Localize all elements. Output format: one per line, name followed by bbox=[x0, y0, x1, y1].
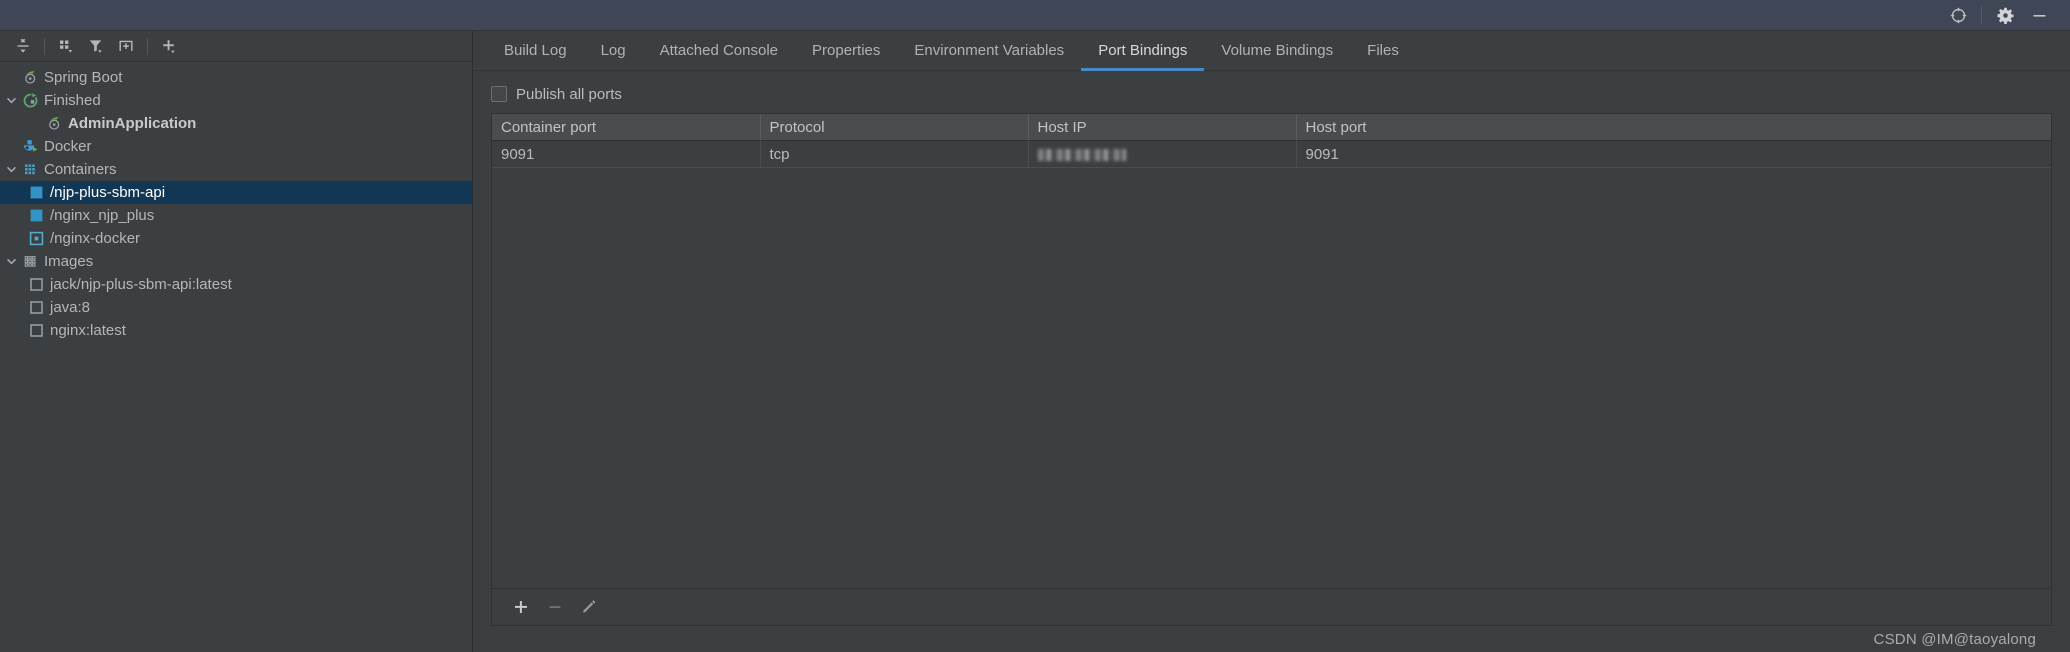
services-tree-panel: Spring Boot Finished AdminApplication Do… bbox=[0, 31, 473, 652]
redacted-host-ip bbox=[1037, 148, 1126, 161]
services-tree[interactable]: Spring Boot Finished AdminApplication Do… bbox=[0, 62, 472, 652]
window-actions bbox=[1941, 0, 2070, 30]
tree-node-container-njp-plus-sbm-api[interactable]: /njp-plus-sbm-api bbox=[0, 181, 472, 204]
tab-log[interactable]: Log bbox=[584, 31, 643, 70]
chevron-down-icon[interactable] bbox=[2, 256, 20, 267]
tree-node-label: java:8 bbox=[50, 299, 91, 316]
tree-node-label: nginx:latest bbox=[50, 322, 126, 339]
remove-binding-icon[interactable] bbox=[538, 592, 572, 622]
table-row[interactable]: 9091 tcp 9091 bbox=[492, 140, 2051, 168]
publish-all-ports-row[interactable]: Publish all ports bbox=[491, 81, 2052, 107]
spring-boot-icon bbox=[44, 115, 64, 132]
tab-attached-console[interactable]: Attached Console bbox=[643, 31, 795, 70]
tree-node-label: Images bbox=[44, 253, 94, 270]
tree-node-container-nginx-njp-plus[interactable]: /nginx_njp_plus bbox=[0, 204, 472, 227]
tree-node-image-java-8[interactable]: java:8 bbox=[0, 296, 472, 319]
tree-node-admin-application[interactable]: AdminApplication bbox=[0, 112, 472, 135]
tree-node-label: Finished bbox=[44, 92, 101, 109]
tree-node-spring-boot[interactable]: Spring Boot bbox=[0, 66, 472, 89]
tree-node-containers[interactable]: Containers bbox=[0, 158, 472, 181]
toolbar-divider-1 bbox=[44, 37, 45, 55]
spring-boot-icon bbox=[20, 69, 40, 86]
column-header-host-ip[interactable]: Host IP bbox=[1028, 114, 1297, 141]
locate-icon[interactable] bbox=[1941, 0, 1975, 30]
main-split: Spring Boot Finished AdminApplication Do… bbox=[0, 31, 2070, 652]
tree-node-label: Containers bbox=[44, 161, 117, 178]
container-running-icon bbox=[26, 208, 46, 223]
window-titlebar bbox=[0, 0, 2070, 31]
images-icon bbox=[20, 253, 40, 270]
chevron-down-icon[interactable] bbox=[2, 164, 20, 175]
tab-port-bindings[interactable]: Port Bindings bbox=[1081, 31, 1205, 71]
minimize-icon[interactable] bbox=[2022, 0, 2056, 30]
csdn-watermark: CSDN @IM@taoyalong bbox=[1873, 630, 2036, 648]
tab-environment-variables[interactable]: Environment Variables bbox=[897, 31, 1081, 70]
containers-icon bbox=[20, 161, 40, 178]
column-header-container-port[interactable]: Container port bbox=[492, 114, 761, 141]
tree-node-image-nginx-latest[interactable]: nginx:latest bbox=[0, 319, 472, 342]
tree-node-finished[interactable]: Finished bbox=[0, 89, 472, 112]
details-tabbar: Build Log Log Attached Console Propertie… bbox=[473, 31, 2070, 71]
edit-binding-icon[interactable] bbox=[572, 592, 606, 622]
port-bindings-table: Container port Protocol Host IP Host por… bbox=[492, 114, 2051, 168]
new-watch-icon[interactable] bbox=[111, 33, 141, 59]
tab-files[interactable]: Files bbox=[1350, 31, 1416, 70]
docker-icon bbox=[20, 138, 40, 155]
filter-icon[interactable] bbox=[81, 33, 111, 59]
ide-services-window: Spring Boot Finished AdminApplication Do… bbox=[0, 0, 2070, 652]
column-header-host-port[interactable]: Host port bbox=[1296, 114, 2051, 141]
image-icon bbox=[26, 277, 46, 292]
toolbar-divider-2 bbox=[147, 37, 148, 55]
publish-all-ports-checkbox[interactable] bbox=[491, 86, 507, 102]
tree-node-label: AdminApplication bbox=[68, 115, 197, 132]
watermark-strip: CSDN @IM@taoyalong bbox=[491, 626, 2052, 652]
tree-node-label: jack/njp-plus-sbm-api:latest bbox=[50, 276, 232, 293]
tree-node-label: /nginx-docker bbox=[50, 230, 141, 247]
port-bindings-content: Publish all ports Container port Protoco… bbox=[473, 71, 2070, 652]
tree-node-label: Spring Boot bbox=[44, 69, 123, 86]
table-header-row: Container port Protocol Host IP Host por… bbox=[492, 114, 2051, 141]
tab-properties[interactable]: Properties bbox=[795, 31, 897, 70]
add-icon[interactable] bbox=[154, 33, 184, 59]
finished-icon bbox=[20, 92, 40, 109]
expand-collapse-icon[interactable] bbox=[8, 33, 38, 59]
container-stopped-icon bbox=[26, 231, 46, 246]
cell-protocol[interactable]: tcp bbox=[760, 140, 1029, 168]
column-header-protocol[interactable]: Protocol bbox=[760, 114, 1029, 141]
services-toolbar bbox=[0, 31, 472, 62]
cell-host-port[interactable]: 9091 bbox=[1296, 140, 2051, 168]
image-icon bbox=[26, 323, 46, 338]
tree-node-label: /njp-plus-sbm-api bbox=[50, 184, 166, 201]
port-bindings-table-wrap: Container port Protocol Host IP Host por… bbox=[491, 113, 2052, 589]
table-empty-area bbox=[492, 168, 2051, 588]
tree-node-image-jack-njp-plus-sbm-api[interactable]: jack/njp-plus-sbm-api:latest bbox=[0, 273, 472, 296]
tab-volume-bindings[interactable]: Volume Bindings bbox=[1204, 31, 1350, 70]
group-by-icon[interactable] bbox=[51, 33, 81, 59]
image-icon bbox=[26, 300, 46, 315]
publish-all-ports-label: Publish all ports bbox=[516, 85, 622, 103]
titlebar-divider bbox=[1981, 6, 1982, 24]
tree-node-container-nginx-docker[interactable]: /nginx-docker bbox=[0, 227, 472, 250]
container-details-panel: Build Log Log Attached Console Propertie… bbox=[473, 31, 2070, 652]
table-actions-toolbar bbox=[491, 589, 2052, 626]
container-running-icon bbox=[26, 185, 46, 200]
tree-node-label: /nginx_njp_plus bbox=[50, 207, 155, 224]
tree-node-docker[interactable]: Docker bbox=[0, 135, 472, 158]
tree-node-images[interactable]: Images bbox=[0, 250, 472, 273]
add-binding-icon[interactable] bbox=[504, 592, 538, 622]
chevron-down-icon[interactable] bbox=[2, 95, 20, 106]
tree-node-label: Docker bbox=[44, 138, 92, 155]
tab-build-log[interactable]: Build Log bbox=[487, 31, 584, 70]
cell-host-ip[interactable] bbox=[1028, 140, 1297, 168]
cell-container-port[interactable]: 9091 bbox=[492, 140, 761, 168]
settings-icon[interactable] bbox=[1988, 0, 2022, 30]
